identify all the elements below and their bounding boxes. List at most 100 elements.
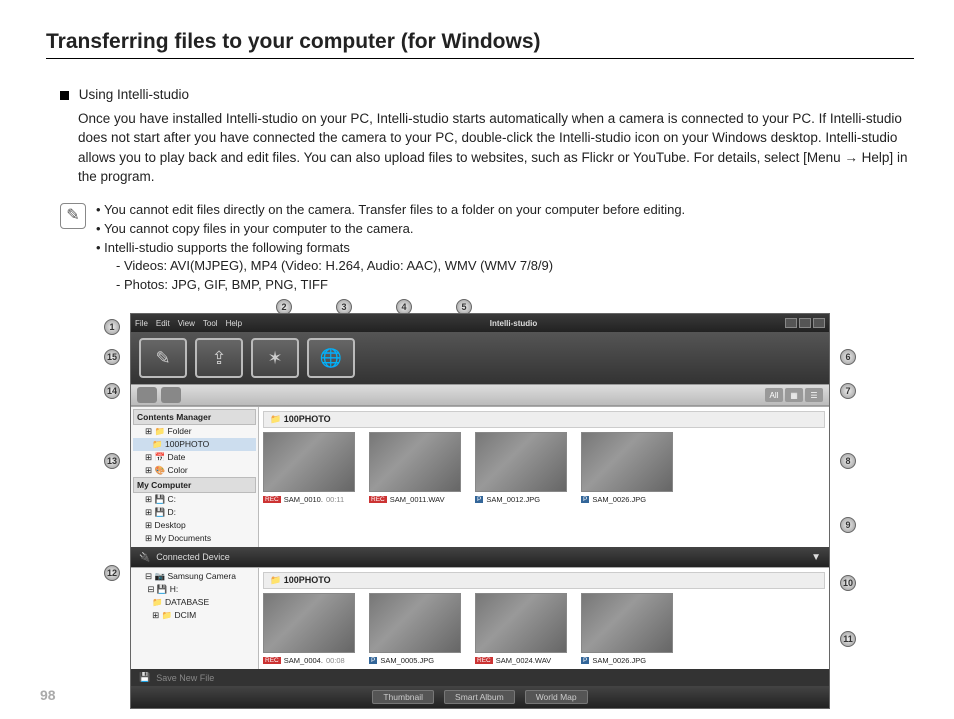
nav-back-icon[interactable] (137, 387, 157, 403)
app-window: File Edit View Tool Help Intelli-studio … (130, 313, 830, 709)
iconbar-share[interactable]: ⇪ (195, 338, 243, 378)
app-screenshot: 1 2 3 4 5 6 7 8 9 10 11 12 13 14 15 File… (130, 313, 830, 709)
sidebar-head-mycomputer: My Computer (133, 477, 256, 493)
thumbnail-image (263, 432, 355, 492)
thumbnail-name: SAM_0011.WAV (390, 495, 445, 504)
sidebar-device: ⊟ 📷 Samsung Camera ⊟ 💾 H: 📁 DATABASE ⊞ 📁… (131, 568, 259, 669)
section-heading-text: Using Intelli-studio (79, 87, 189, 102)
sidebar-item-date[interactable]: ⊞ 📅 Date (133, 451, 256, 464)
thumbnail[interactable]: PSAM_0005.JPG (369, 593, 461, 665)
note-subitem: - Videos: AVI(MJPEG), MP4 (Video: H.264,… (116, 257, 685, 276)
menu-file[interactable]: File (135, 319, 148, 328)
maximize-icon[interactable] (799, 318, 811, 328)
sidebar-item-camera[interactable]: ⊟ 📷 Samsung Camera (133, 570, 256, 583)
view-all[interactable]: All (765, 388, 783, 402)
collapse-icon[interactable]: ▼ (811, 552, 821, 563)
titlebar: File Edit View Tool Help Intelli-studio (131, 314, 829, 332)
thumbnail-name: SAM_0024.WAV (496, 656, 551, 665)
sidebar-item-selected[interactable]: 📁 100PHOTO (133, 438, 256, 451)
folder-header: 📁 100PHOTO (263, 572, 825, 589)
top-pane: Contents Manager ⊞ 📁 Folder 📁 100PHOTO ⊞… (131, 406, 829, 547)
menu-edit[interactable]: Edit (156, 319, 170, 328)
view-grid-icon[interactable]: ▦ (785, 388, 803, 402)
plug-icon: 🔌 (139, 552, 150, 563)
thumbnail-name: SAM_0026.JPG (592, 656, 646, 665)
iconbar: ✎ ⇪ ✶ 🌐 (131, 332, 829, 384)
page-title: Transferring files to your computer (for… (46, 30, 914, 59)
nav-forward-icon[interactable] (161, 387, 181, 403)
thumbnail[interactable]: RECSAM_0010.00:11 (263, 432, 355, 504)
menu-view[interactable]: View (178, 319, 195, 328)
sidebar-item-folder[interactable]: ⊞ 📁 Folder (133, 425, 256, 438)
thumbnail-image (475, 593, 567, 653)
badge: REC (263, 657, 281, 664)
callout-13: 13 (104, 453, 120, 469)
bottom-pane: ⊟ 📷 Samsung Camera ⊟ 💾 H: 📁 DATABASE ⊞ 📁… (131, 567, 829, 669)
square-bullet-icon (60, 91, 69, 100)
connected-device-bar[interactable]: 🔌 Connected Device ▼ (131, 547, 829, 567)
save-icon: 💾 (139, 672, 150, 683)
sidebar-item-h[interactable]: ⊟ 💾 H: (133, 583, 256, 596)
callout-8: 8 (840, 453, 856, 469)
note-icon: ✎ (60, 203, 86, 229)
section-heading: Using Intelli-studio (60, 85, 914, 105)
thumbnail-image (369, 432, 461, 492)
badge: P (369, 657, 377, 664)
sidebar-item-database[interactable]: 📁 DATABASE (133, 596, 256, 609)
iconbar-movie[interactable]: ✶ (251, 338, 299, 378)
callout-11: 11 (840, 631, 856, 647)
badge: P (581, 496, 589, 503)
thumbnail-image (369, 593, 461, 653)
thumbnail-image (263, 593, 355, 653)
status-tab-thumbnail[interactable]: Thumbnail (372, 690, 434, 704)
thumbnail-name: SAM_0026.JPG (592, 495, 646, 504)
page-number: 98 (40, 687, 56, 703)
thumbnail-image (475, 432, 567, 492)
note-item: Intelli-studio supports the following fo… (96, 239, 685, 258)
callout-6: 6 (840, 349, 856, 365)
note-item: You cannot edit files directly on the ca… (96, 201, 685, 220)
status-tab-smartalbum[interactable]: Smart Album (444, 690, 515, 704)
sidebar-item-color[interactable]: ⊞ 🎨 Color (133, 464, 256, 477)
statusbar: Thumbnail Smart Album World Map (131, 686, 829, 708)
sidebar-item-dcim[interactable]: ⊞ 📁 DCIM (133, 609, 256, 622)
sidebar-item-docs[interactable]: ⊞ My Documents (133, 532, 256, 545)
thumbnail[interactable]: PSAM_0026.JPG (581, 593, 673, 665)
thumbnail[interactable]: RECSAM_0024.WAV (475, 593, 567, 665)
divider-label: Connected Device (156, 552, 230, 562)
callout-9: 9 (840, 517, 856, 533)
sidebar-item-d[interactable]: ⊞ 💾 D: (133, 506, 256, 519)
thumbnail[interactable]: RECSAM_0011.WAV (369, 432, 461, 504)
save-label: Save New File (156, 673, 214, 683)
view-list-icon[interactable]: ☰ (805, 388, 823, 402)
sidebar-head-contents: Contents Manager (133, 409, 256, 425)
iconbar-web[interactable]: 🌐 (307, 338, 355, 378)
save-row[interactable]: 💾 Save New File (131, 669, 829, 686)
badge: P (581, 657, 589, 664)
thumbnail[interactable]: RECSAM_0004.00:08 (263, 593, 355, 665)
badge: REC (475, 657, 493, 664)
minimize-icon[interactable] (785, 318, 797, 328)
sidebar-item-desktop[interactable]: ⊞ Desktop (133, 519, 256, 532)
menu-tool[interactable]: Tool (203, 319, 218, 328)
callout-7: 7 (840, 383, 856, 399)
status-tab-worldmap[interactable]: World Map (525, 690, 588, 704)
menu-help[interactable]: Help (226, 319, 242, 328)
badge: REC (369, 496, 387, 503)
close-icon[interactable] (813, 318, 825, 328)
note-subitem: - Photos: JPG, GIF, BMP, PNG, TIFF (116, 276, 685, 295)
thumbnail[interactable]: PSAM_0026.JPG (581, 432, 673, 504)
thumbnail-image (581, 593, 673, 653)
note-list: You cannot edit files directly on the ca… (96, 201, 685, 295)
thumbnail[interactable]: PSAM_0012.JPG (475, 432, 567, 504)
thumbnail-image (581, 432, 673, 492)
callout-10: 10 (840, 575, 856, 591)
iconbar-edit[interactable]: ✎ (139, 338, 187, 378)
content-top: 📁 100PHOTO RECSAM_0010.00:11RECSAM_0011.… (259, 407, 829, 547)
thumbnail-name: SAM_0012.JPG (486, 495, 540, 504)
note-item: You cannot copy files in your computer t… (96, 220, 685, 239)
badge: REC (263, 496, 281, 503)
callout-1: 1 (104, 319, 120, 335)
callout-12: 12 (104, 565, 120, 581)
sidebar-item-c[interactable]: ⊞ 💾 C: (133, 493, 256, 506)
